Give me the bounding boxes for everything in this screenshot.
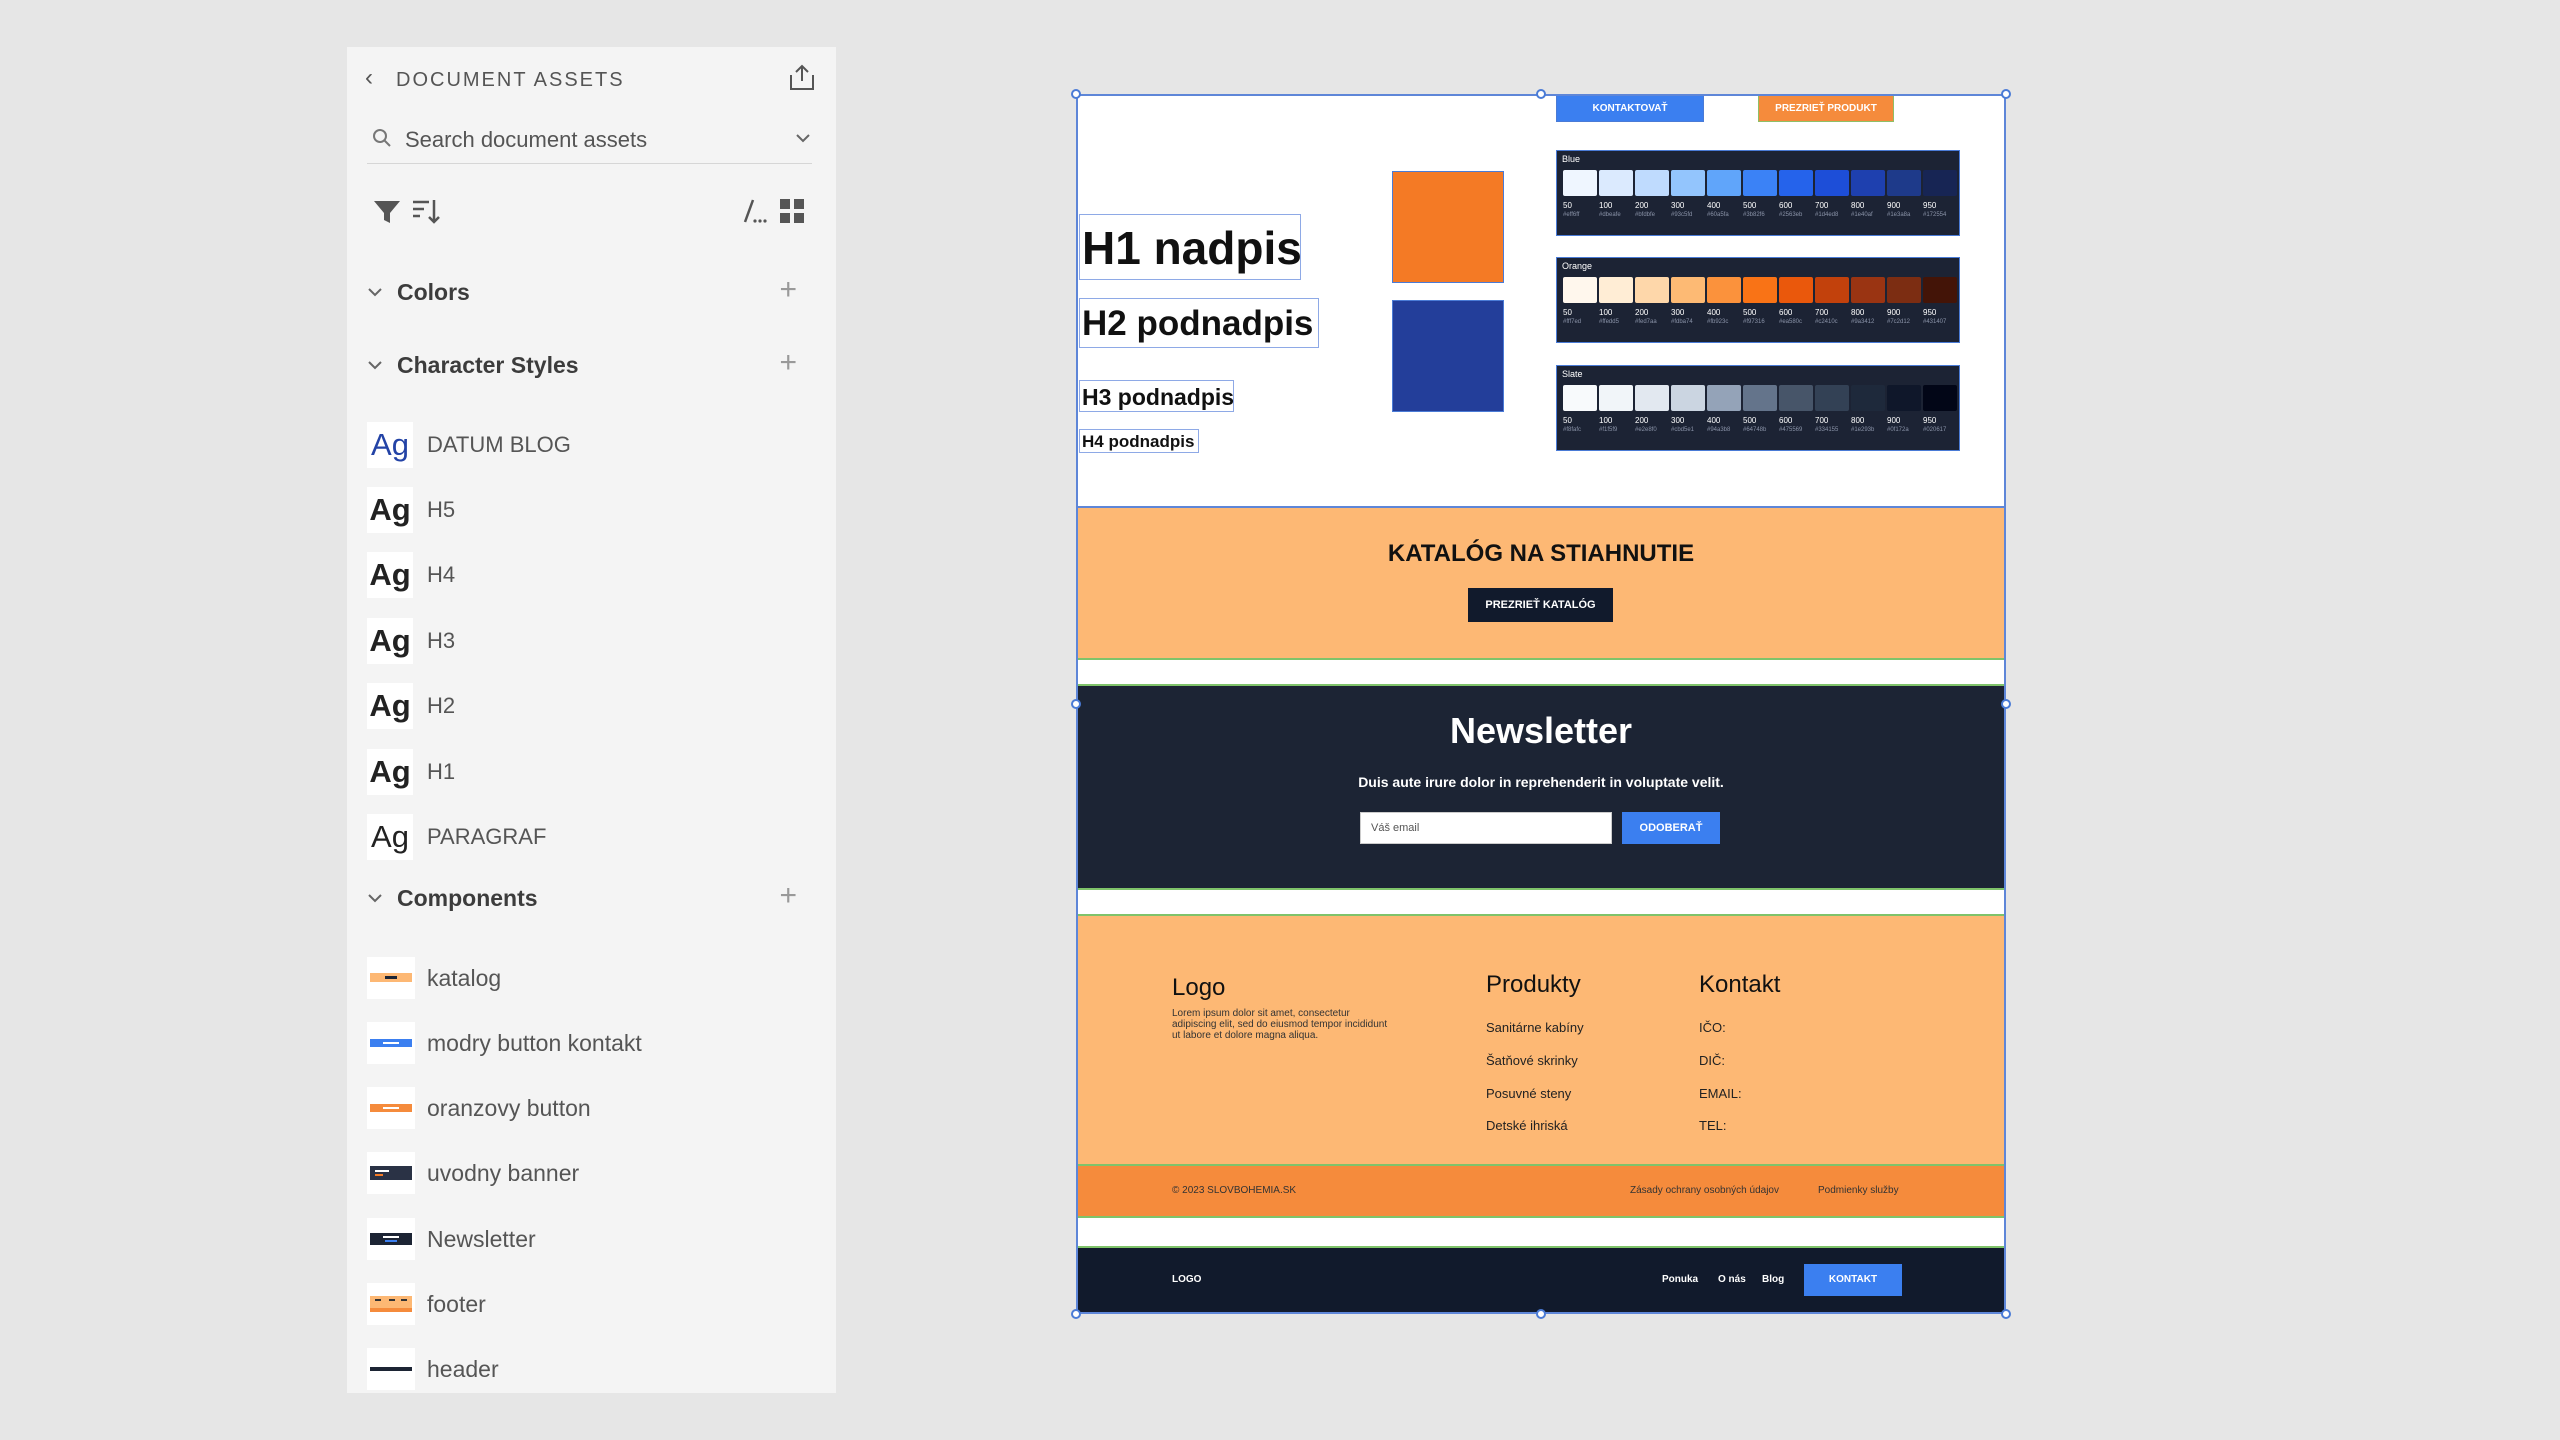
character-style-item[interactable]: Ag H1 <box>367 746 817 798</box>
character-style-item[interactable]: Ag H4 <box>367 549 817 601</box>
chevron-down-icon <box>368 361 382 370</box>
component-label: Newsletter <box>427 1226 536 1252</box>
component-label: modry button kontakt <box>427 1030 642 1056</box>
component-item[interactable]: footer <box>367 1278 817 1330</box>
component-thumbnail <box>367 1283 415 1325</box>
group-selection-outline <box>1076 94 2006 508</box>
chevron-down-icon <box>368 894 382 903</box>
resize-handle[interactable] <box>2001 89 2011 99</box>
character-style-label: PARAGRAF <box>427 824 547 849</box>
colors-section-header[interactable]: Colors + <box>367 275 819 308</box>
component-label: katalog <box>427 965 502 991</box>
resize-handle[interactable] <box>1071 89 1081 99</box>
component-label: oranzovy button <box>427 1095 591 1121</box>
character-style-label: H5 <box>427 497 456 522</box>
component-label: header <box>427 1356 499 1382</box>
filter-icon[interactable] <box>370 194 404 228</box>
character-style-preview: Ag <box>367 683 413 729</box>
character-style-item[interactable]: Ag PARAGRAF <box>367 811 817 863</box>
colors-label: Colors <box>397 279 470 305</box>
add-character-style-plus-icon[interactable]: + <box>779 348 797 378</box>
list-view-icon[interactable] <box>735 194 769 228</box>
search-icon <box>373 129 391 147</box>
search-bar[interactable]: Search document assets <box>367 115 812 164</box>
character-style-preview: Ag <box>367 487 413 533</box>
character-style-item[interactable]: Ag H3 <box>367 615 817 667</box>
sort-icon[interactable] <box>409 194 443 228</box>
character-style-item[interactable]: Ag H2 <box>367 680 817 732</box>
component-item[interactable]: katalog <box>367 952 817 1004</box>
component-label: uvodny banner <box>427 1160 580 1186</box>
character-styles-section-header[interactable]: Character Styles + <box>367 348 819 381</box>
component-thumbnail <box>367 957 415 999</box>
add-component-plus-icon[interactable]: + <box>779 881 797 911</box>
character-styles-label: Character Styles <box>397 352 579 378</box>
components-label: Components <box>397 885 538 911</box>
character-style-label: H2 <box>427 693 456 718</box>
add-color-plus-icon[interactable]: + <box>779 275 797 305</box>
back-chevron-icon[interactable]: ‹ <box>365 66 373 90</box>
component-thumbnail <box>367 1152 415 1194</box>
resize-handle[interactable] <box>1536 89 1546 99</box>
resize-handle[interactable] <box>1536 1309 1546 1319</box>
components-section-header[interactable]: Components + <box>367 881 819 914</box>
panel-title: DOCUMENT ASSETS <box>396 69 625 91</box>
character-style-preview: Ag <box>367 552 413 598</box>
character-style-label: H3 <box>427 628 456 653</box>
component-item[interactable]: Newsletter <box>367 1213 817 1265</box>
character-style-preview: Ag <box>367 422 413 468</box>
character-style-preview: Ag <box>367 618 413 664</box>
character-style-item[interactable]: Ag H5 <box>367 484 817 536</box>
artboard[interactable]: KONTAKTOVAŤ PREZRIEŤ PRODUKT H1 nadpis H… <box>1071 89 2011 1319</box>
search-input[interactable]: Search document assets <box>405 128 647 152</box>
character-style-label: DATUM BLOG <box>427 432 571 457</box>
component-thumbnail <box>367 1022 415 1064</box>
share-icon[interactable] <box>787 63 817 93</box>
chevron-down-icon <box>368 288 382 297</box>
component-item[interactable]: oranzovy button <box>367 1082 817 1134</box>
resize-handle[interactable] <box>2001 699 2011 709</box>
component-label: footer <box>427 1291 486 1317</box>
component-thumbnail <box>367 1087 415 1129</box>
resize-handle[interactable] <box>1071 1309 1081 1319</box>
chevron-down-icon[interactable] <box>792 127 814 149</box>
character-style-preview: Ag <box>367 814 413 860</box>
grid-view-icon[interactable] <box>775 194 809 228</box>
component-thumbnail <box>367 1348 415 1390</box>
component-item[interactable]: header <box>367 1343 817 1395</box>
document-assets-panel: ‹ DOCUMENT ASSETS Search document assets… <box>347 47 836 1393</box>
resize-handle[interactable] <box>1071 699 1081 709</box>
character-style-item[interactable]: Ag DATUM BLOG <box>367 419 817 471</box>
character-style-label: H1 <box>427 759 456 784</box>
character-style-preview: Ag <box>367 749 413 795</box>
component-item[interactable]: modry button kontakt <box>367 1017 817 1069</box>
character-style-label: H4 <box>427 562 456 587</box>
component-thumbnail <box>367 1218 415 1260</box>
component-item[interactable]: uvodny banner <box>367 1147 817 1199</box>
resize-handle[interactable] <box>2001 1309 2011 1319</box>
